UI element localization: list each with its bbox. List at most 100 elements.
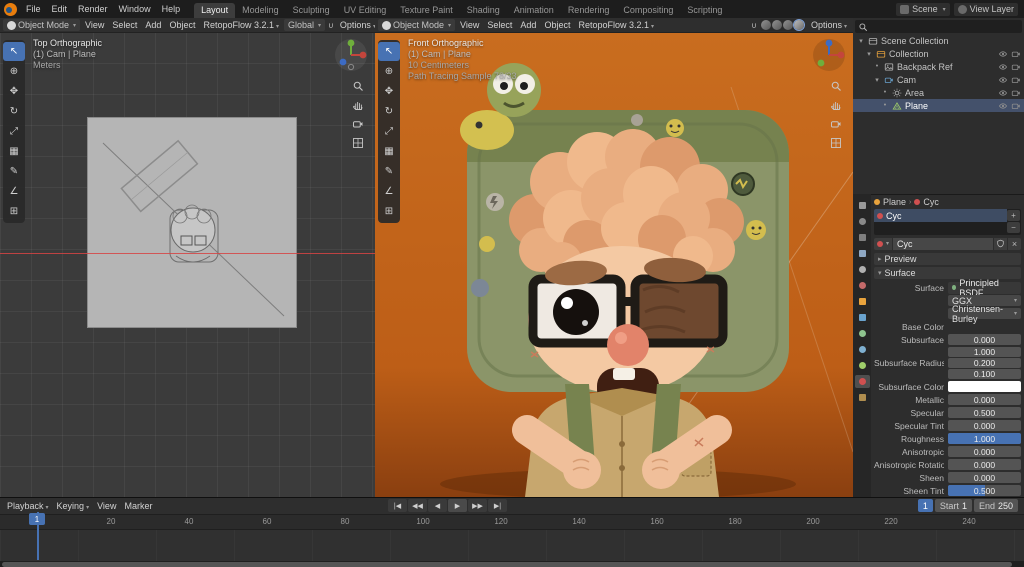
number-field[interactable]: 0.000 [948, 420, 1021, 431]
jump-to-end-button[interactable]: ▶| [488, 499, 507, 512]
ortho-grid-icon[interactable] [352, 137, 364, 149]
tab-scripting[interactable]: Scripting [680, 3, 729, 18]
options-menu[interactable]: Options [808, 20, 850, 30]
pan-hand-icon[interactable] [352, 99, 364, 111]
snap-magnet-icon[interactable]: ∪ [328, 21, 334, 30]
options-menu[interactable]: Options [337, 20, 376, 30]
play-reverse-button[interactable]: ◀ [428, 499, 447, 512]
breadcrumb-material[interactable]: Cyc [923, 197, 939, 207]
play-button[interactable]: ▶ [448, 499, 467, 512]
scale-tool[interactable]: ⤢ [3, 122, 25, 141]
playback-menu[interactable]: Playback [4, 501, 52, 511]
mode-selector[interactable]: Object Mode [3, 19, 80, 31]
end-frame-field[interactable]: End 250 [974, 499, 1018, 512]
render-visibility-toggle[interactable] [1011, 101, 1021, 111]
measure-tool[interactable]: ∠ [3, 182, 25, 201]
disclosure-icon[interactable]: ▾ [873, 76, 881, 84]
outliner-row-plane[interactable]: • Plane [853, 99, 1024, 112]
menu-render[interactable]: Render [73, 0, 113, 18]
timeline-scrollbar[interactable] [0, 561, 1024, 567]
vector-z-field[interactable]: 0.100 [948, 369, 1021, 379]
next-keyframe-button[interactable]: ▶▶ [468, 499, 487, 512]
navigation-gizmo[interactable] [334, 38, 368, 74]
number-field[interactable]: 0.000 [948, 472, 1021, 483]
keying-menu[interactable]: Keying [54, 501, 93, 511]
viewport-rendered[interactable]: Object Mode View Select Add Object Retop… [375, 18, 854, 497]
timeline-track[interactable] [0, 530, 1024, 562]
blender-logo-icon[interactable] [4, 3, 17, 16]
tab-object[interactable] [855, 295, 870, 308]
add-menu[interactable]: Add [142, 20, 164, 30]
retopoflow-menu[interactable]: RetopoFlow 3.2.1 [200, 20, 282, 30]
add-cube-tool[interactable]: ⊞ [3, 202, 25, 221]
disclosure-icon[interactable]: • [873, 63, 881, 70]
hide-eye-toggle[interactable] [998, 75, 1008, 85]
number-field[interactable]: 0.500 [948, 407, 1021, 418]
shading-wireframe-icon[interactable] [761, 20, 771, 30]
base-color-swatch[interactable] [948, 321, 1021, 332]
tab-layout[interactable]: Layout [194, 3, 235, 18]
outliner-row-cam[interactable]: ▾ Cam [853, 73, 1024, 86]
unlink-material-button[interactable]: × [1008, 238, 1021, 250]
outliner-row-area[interactable]: • Area [853, 86, 1024, 99]
transform-tool[interactable]: ▦ [3, 142, 25, 161]
render-visibility-toggle[interactable] [1011, 75, 1021, 85]
select-box-tool[interactable]: ↖ [378, 42, 400, 61]
remove-slot-button[interactable]: − [1007, 222, 1020, 233]
zoom-icon[interactable] [830, 80, 842, 92]
orientation-selector[interactable]: Global [284, 19, 325, 31]
vector-y-field[interactable]: 0.200 [948, 358, 1021, 368]
fake-user-shield-button[interactable] [994, 238, 1007, 250]
menu-edit[interactable]: Edit [47, 0, 73, 18]
menu-help[interactable]: Help [157, 0, 186, 18]
tab-view-layer[interactable] [855, 247, 870, 260]
menu-window[interactable]: Window [114, 0, 156, 18]
browse-material-button[interactable] [874, 238, 892, 250]
camera-view-icon[interactable] [830, 118, 842, 130]
tab-tool[interactable] [855, 199, 870, 212]
viewport-center-canvas[interactable]: Front Orthographic (1) Cam | Plane 10 Ce… [375, 32, 853, 497]
hide-eye-toggle[interactable] [998, 49, 1008, 59]
tab-uv-editing[interactable]: UV Editing [337, 3, 394, 18]
tab-object-data[interactable] [855, 359, 870, 372]
shading-material-icon[interactable] [783, 20, 793, 30]
material-slot[interactable]: Cyc [874, 209, 1007, 222]
tab-rendering[interactable]: Rendering [561, 3, 617, 18]
cursor-tool[interactable]: ⊕ [378, 62, 400, 81]
viewport-left-canvas[interactable]: Top Orthographic (1) Cam | Plane Meters … [0, 32, 375, 497]
viewport-top-ortho[interactable]: Object Mode View Select Add Object Retop… [0, 18, 376, 497]
slider-field[interactable]: 1.000 [948, 433, 1021, 444]
number-field[interactable]: 0.000 [948, 334, 1021, 345]
cursor-tool[interactable]: ⊕ [3, 62, 25, 81]
outliner-row-backpack-ref[interactable]: • Backpack Ref [853, 60, 1024, 73]
jump-to-start-button[interactable]: |◀ [388, 499, 407, 512]
view-menu[interactable]: View [457, 20, 482, 30]
object-menu[interactable]: Object [166, 20, 198, 30]
tab-scene[interactable] [855, 263, 870, 276]
measure-tool[interactable]: ∠ [378, 182, 400, 201]
tab-compositing[interactable]: Compositing [616, 3, 680, 18]
vector-x-field[interactable]: 1.000 [948, 347, 1021, 357]
prev-keyframe-button[interactable]: ◀◀ [408, 499, 427, 512]
disclosure-icon[interactable]: ▾ [857, 37, 865, 45]
tab-animation[interactable]: Animation [507, 3, 561, 18]
render-visibility-toggle[interactable] [1011, 62, 1021, 72]
move-tool[interactable]: ✥ [378, 82, 400, 101]
menu-file[interactable]: File [21, 0, 46, 18]
select-menu[interactable]: Select [109, 20, 140, 30]
outliner-row-collection[interactable]: ▾ Collection [853, 47, 1024, 60]
marker-menu[interactable]: Marker [121, 501, 155, 511]
view-menu[interactable]: View [82, 20, 107, 30]
shading-solid-icon[interactable] [772, 20, 782, 30]
start-frame-field[interactable]: Start 1 [935, 499, 972, 512]
material-name-field[interactable]: Cyc [893, 238, 993, 250]
number-field[interactable]: 0.000 [948, 459, 1021, 470]
object-menu[interactable]: Object [541, 20, 573, 30]
surface-shader-field[interactable]: Principled BSDF [948, 282, 1021, 294]
render-visibility-toggle[interactable] [1011, 49, 1021, 59]
tab-particles[interactable] [855, 327, 870, 340]
tab-modeling[interactable]: Modeling [235, 3, 286, 18]
rotate-tool[interactable]: ↻ [378, 102, 400, 121]
subsurface-method-dropdown[interactable]: Christensen-Burley [948, 308, 1021, 319]
tab-texture[interactable] [855, 391, 870, 404]
